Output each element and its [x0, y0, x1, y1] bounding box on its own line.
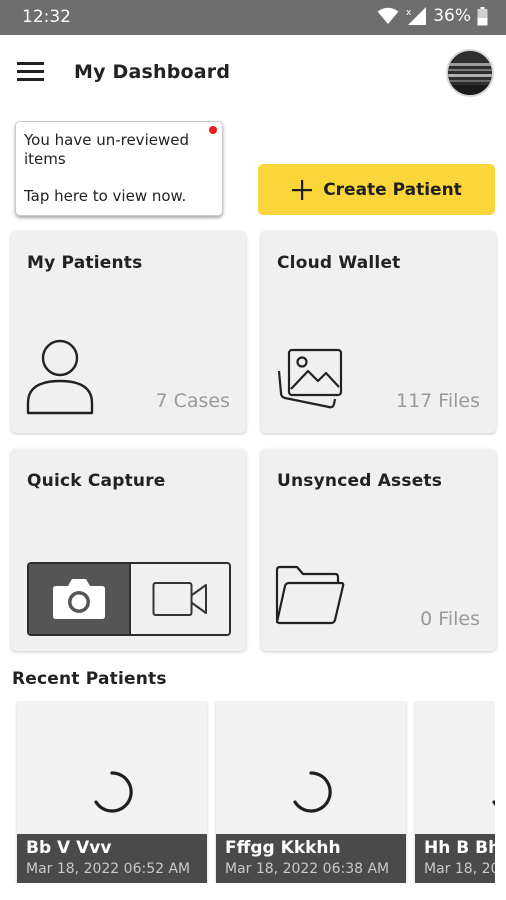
patient-date: Mar 18, 2022 06:38 AM — [225, 861, 390, 877]
photo-capture-button[interactable] — [29, 564, 129, 634]
card-title: Quick Capture — [27, 471, 166, 491]
recent-patients-heading: Recent Patients — [12, 669, 167, 689]
capture-mode-toggle — [27, 562, 231, 636]
patient-name: Hh B Bh — [424, 838, 495, 858]
card-title: My Patients — [27, 253, 143, 273]
folder-icon — [275, 565, 345, 625]
camera-icon — [53, 579, 105, 619]
person-icon — [26, 339, 94, 415]
profile-avatar[interactable] — [446, 49, 494, 97]
patient-label: Fffgg Kkkhh Mar 18, 2022 06:38 AM — [216, 834, 406, 883]
card-title: Unsynced Assets — [277, 471, 443, 491]
patient-name: Fffgg Kkkhh — [225, 838, 341, 858]
wifi-icon — [377, 7, 399, 24]
create-patient-label: Create Patient — [323, 179, 462, 200]
files-count: 117 Files — [396, 390, 480, 412]
quick-capture-card: Quick Capture — [11, 449, 246, 651]
patient-label: Hh B Bh Mar 18, 2022 — [415, 834, 495, 883]
plus-icon — [292, 179, 313, 200]
my-patients-card[interactable]: My Patients 7 Cases — [11, 231, 246, 433]
notice-action-text: Tap here to view now. — [24, 187, 187, 205]
unsynced-assets-card[interactable]: Unsynced Assets 0 Files — [261, 449, 496, 651]
loading-spinner — [293, 771, 332, 813]
notice-message: You have un-reviewed items — [24, 131, 189, 168]
status-bar: 12:32 x 36% — [0, 0, 506, 35]
create-patient-button[interactable]: Create Patient — [258, 164, 495, 215]
patient-date: Mar 18, 2022 06:52 AM — [26, 861, 191, 877]
notification-dot — [209, 126, 217, 134]
video-icon — [152, 582, 207, 616]
avatar-photo — [448, 51, 492, 95]
status-indicators: x 36% — [377, 6, 488, 26]
recent-patient-card[interactable]: Hh B Bh Mar 18, 2022 — [415, 701, 495, 883]
patient-label: Bb V Vvv Mar 18, 2022 06:52 AM — [17, 834, 207, 883]
status-time: 12:32 — [22, 7, 71, 27]
patient-date: Mar 18, 2022 — [424, 861, 495, 877]
menu-icon — [17, 62, 44, 81]
recent-patients-carousel[interactable]: Bb V Vvv Mar 18, 2022 06:52 AM Fffgg Kkk… — [0, 701, 495, 883]
page-title: My Dashboard — [74, 61, 231, 83]
card-title: Cloud Wallet — [277, 253, 401, 273]
menu-button[interactable] — [16, 59, 46, 85]
patient-name: Bb V Vvv — [26, 838, 112, 858]
images-icon — [277, 348, 343, 409]
cases-count: 7 Cases — [155, 390, 230, 412]
app-header: My Dashboard — [0, 35, 506, 113]
battery-icon — [477, 6, 488, 25]
loading-spinner — [492, 800, 495, 806]
files-count: 0 Files — [420, 608, 480, 630]
video-capture-button[interactable] — [129, 564, 229, 634]
cloud-wallet-card[interactable]: Cloud Wallet 117 Files — [261, 231, 496, 433]
battery-percent: 36% — [433, 6, 471, 26]
loading-spinner — [94, 771, 133, 813]
recent-patient-card[interactable]: Fffgg Kkkhh Mar 18, 2022 06:38 AM — [216, 701, 406, 883]
unreviewed-items-notice[interactable]: You have un-reviewed items Tap here to v… — [15, 121, 223, 216]
svg-text:x: x — [406, 8, 412, 18]
signal-icon: x — [406, 7, 427, 25]
recent-patient-card[interactable]: Bb V Vvv Mar 18, 2022 06:52 AM — [17, 701, 207, 883]
